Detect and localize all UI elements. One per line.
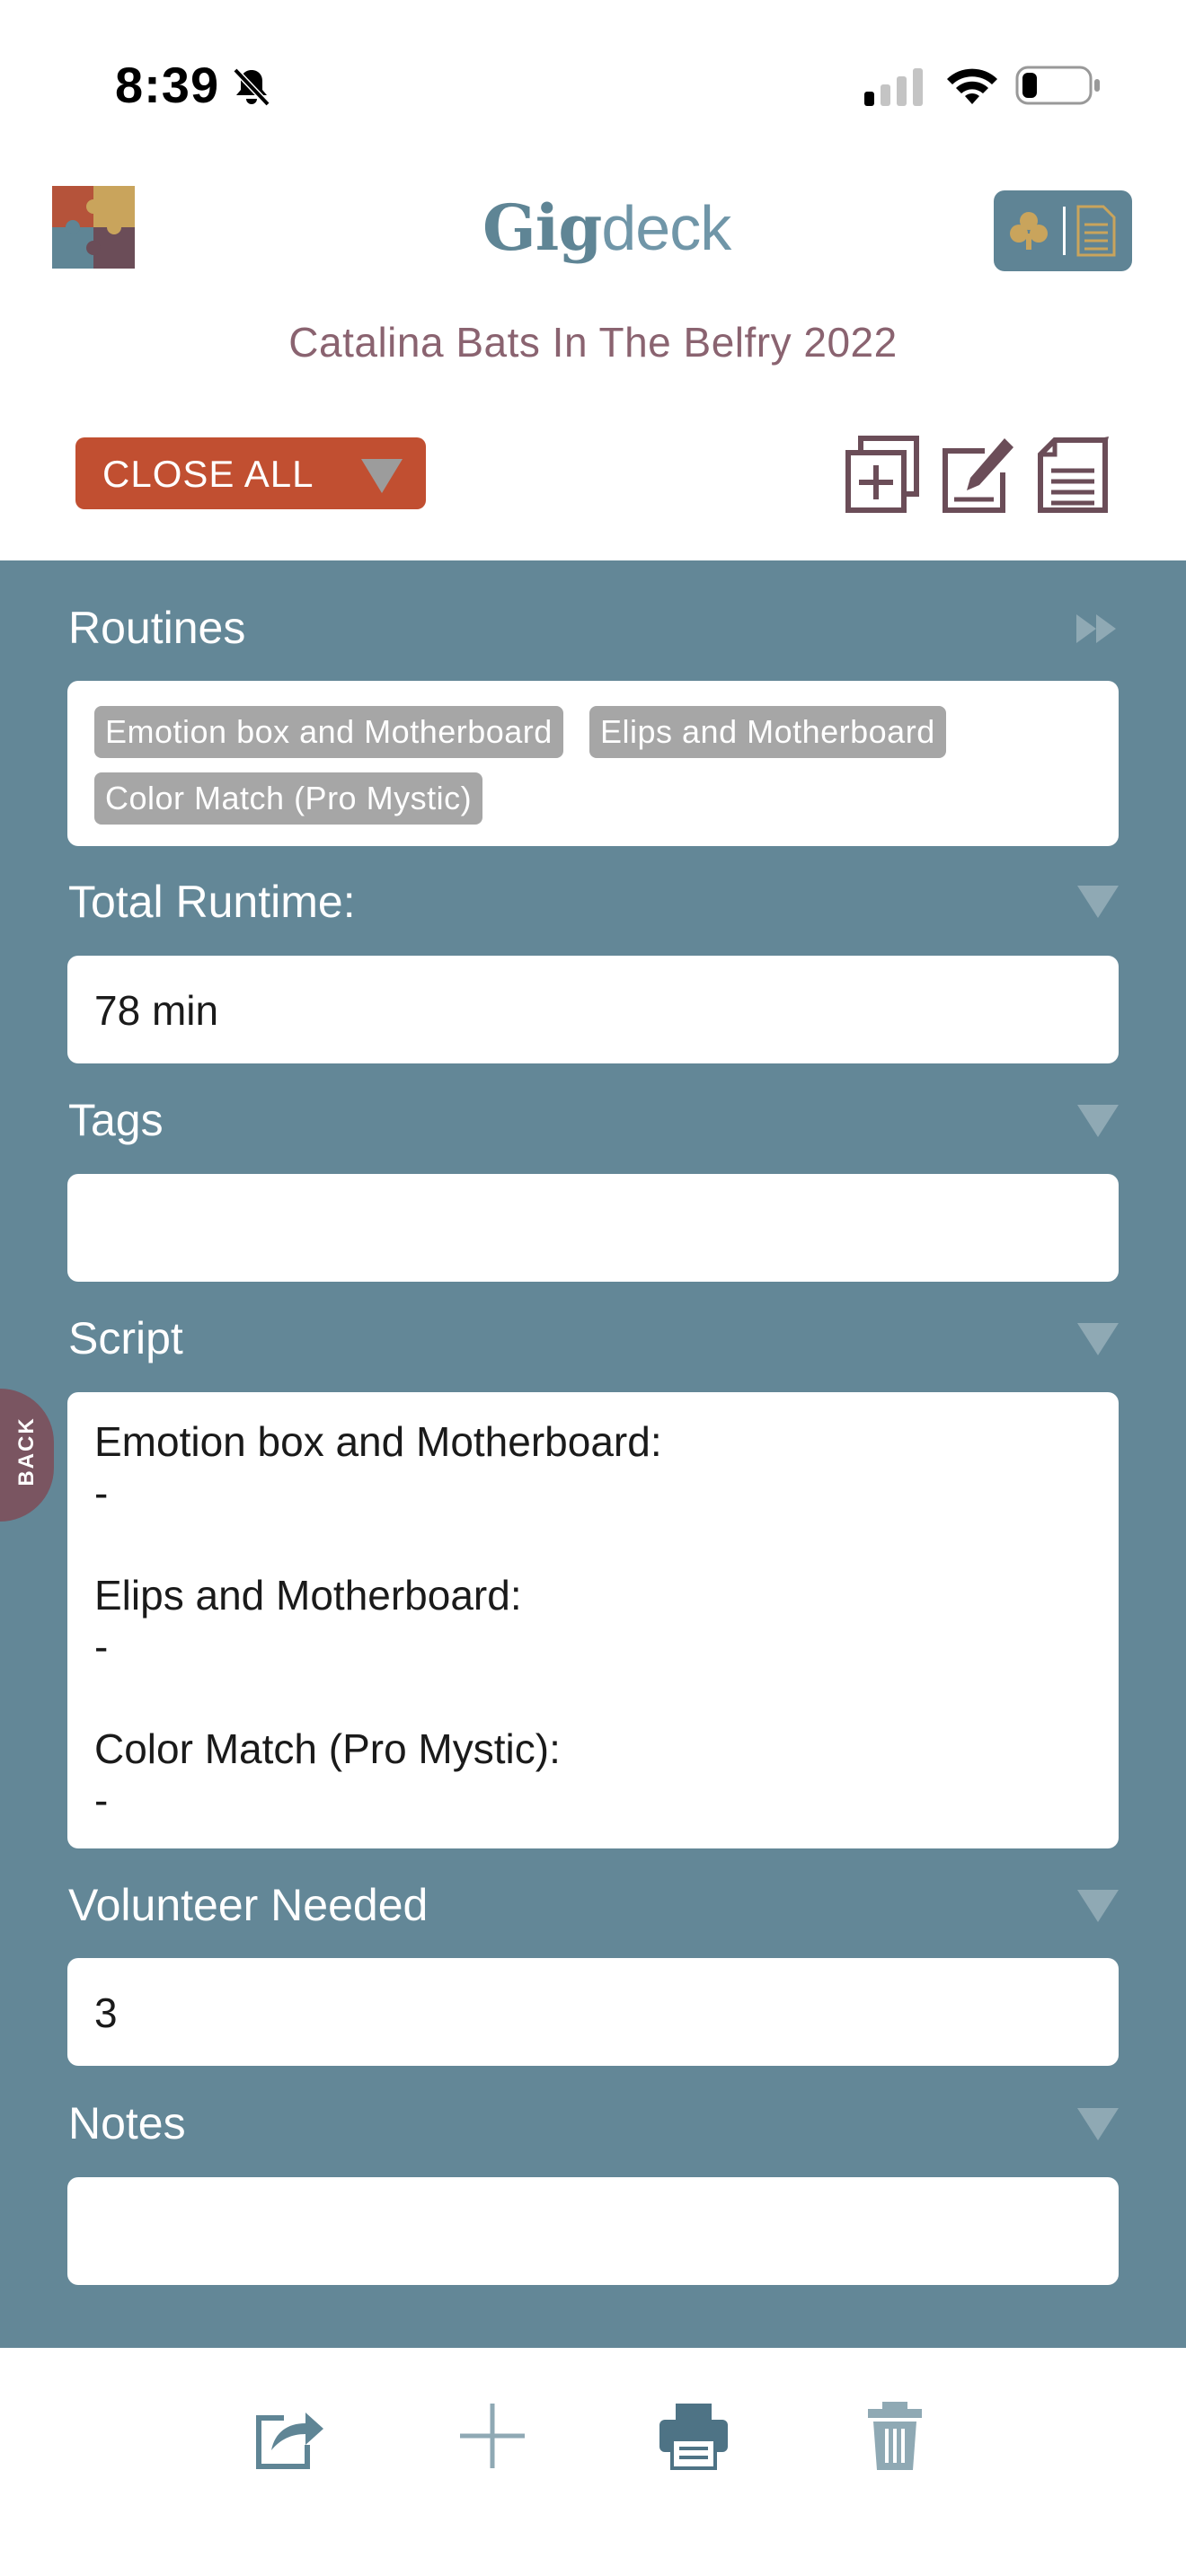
total-runtime-value: 78 min [94,987,219,1034]
cellular-signal-icon [864,68,923,106]
notes-field[interactable] [67,2177,1119,2285]
brand-logo: Gigdeck [482,190,731,268]
fast-forward-icon[interactable] [1075,613,1118,645]
document-icon [1076,205,1116,257]
routine-chip[interactable]: Elips and Motherboard [589,706,946,758]
wifi-icon [947,68,997,104]
notes-icon[interactable] [1035,435,1111,514]
page-title: Catalina Bats In The Belfry 2022 [288,319,898,366]
script-line: - [94,1623,109,1670]
routines-field[interactable]: Emotion box and Motherboard Elips and Mo… [67,681,1119,846]
notes-label: Notes [68,2098,186,2148]
add-icon[interactable] [456,2400,528,2472]
script-line: - [94,1469,109,1516]
script-field[interactable]: Emotion box and Motherboard: - Elips and… [67,1392,1119,1848]
app-logo-icon[interactable] [52,186,135,269]
script-label: Script [68,1313,183,1363]
print-icon[interactable] [658,2400,730,2472]
toggle-divider [1063,207,1066,255]
bell-slash-icon [233,67,270,107]
trash-icon[interactable] [859,2400,931,2472]
tags-field[interactable] [67,1174,1119,1282]
add-duplicate-icon[interactable] [845,435,920,514]
dropdown-triangle-icon [361,459,403,493]
close-all-button[interactable]: CLOSE ALL [75,437,426,509]
status-bar: 8:39 [0,0,1186,171]
total-runtime-label: Total Runtime: [68,877,356,927]
collapse-triangle-icon[interactable] [1077,1105,1119,1137]
volunteer-needed-field[interactable]: 3 [67,1958,1119,2066]
collapse-triangle-icon[interactable] [1077,1323,1119,1355]
share-icon[interactable] [253,2400,325,2472]
volunteer-needed-value: 3 [94,1989,118,2036]
routine-chip[interactable]: Emotion box and Motherboard [94,706,563,758]
clover-icon [1010,212,1048,250]
collapse-triangle-icon[interactable] [1077,2108,1119,2140]
close-all-label: CLOSE ALL [102,453,314,495]
script-line: - [94,1777,109,1823]
routines-label: Routines [68,603,246,653]
brand-part-2: deck [601,193,731,263]
back-tab-label: BACK [14,1416,39,1486]
total-runtime-field[interactable]: 78 min [67,956,1119,1063]
status-time: 8:39 [115,57,220,113]
view-mode-toggle[interactable] [994,190,1132,271]
routine-chip[interactable]: Color Match (Pro Mystic) [94,772,483,825]
brand-part-1: Gig [482,190,602,265]
battery-icon [1015,66,1100,105]
script-line: Emotion box and Motherboard: [94,1418,662,1465]
edit-icon[interactable] [940,435,1015,514]
collapse-triangle-icon[interactable] [1077,886,1119,918]
tags-label: Tags [68,1095,164,1145]
script-line: Elips and Motherboard: [94,1572,522,1619]
script-line: Color Match (Pro Mystic): [94,1725,561,1772]
collapse-triangle-icon[interactable] [1077,1890,1119,1922]
volunteer-needed-label: Volunteer Needed [68,1880,429,1930]
bottom-toolbar [0,2348,1186,2576]
